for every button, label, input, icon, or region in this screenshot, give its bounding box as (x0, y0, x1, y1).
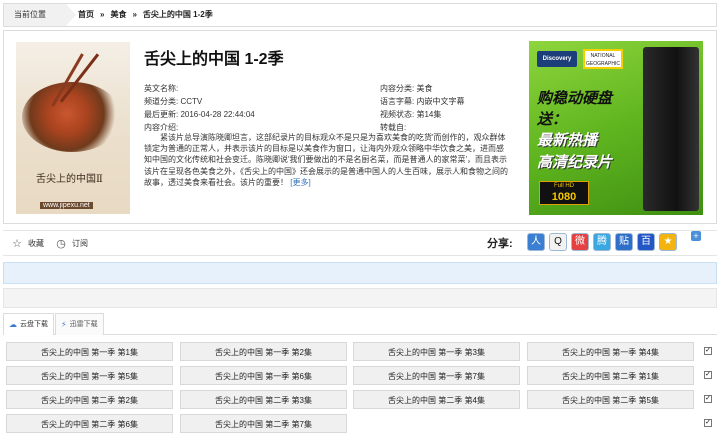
breadcrumb: 当前位置 首页 » 美食 » 舌尖上的中国 1-2季 (3, 3, 717, 27)
tieba-icon[interactable]: 贴 (615, 233, 633, 251)
natgeo-logo: NATIONAL GEOGRAPHIC (583, 49, 623, 69)
ad-line-2: 送： (537, 111, 568, 128)
episode-link[interactable]: 舌尖上的中国 第二季 第1集 (527, 366, 694, 385)
episode-link[interactable]: 舌尖上的中国 第二季 第4集 (353, 390, 520, 409)
star-outline-icon: ☆ (12, 238, 22, 250)
tab-cloud-download[interactable]: ☁ 云盘下载 (3, 313, 54, 335)
breadcrumb-separator: » (132, 10, 137, 19)
status-field: 视频状态: 第14集 (380, 110, 442, 119)
1080-text: 1080 (551, 191, 577, 203)
ad-line-3: 最新热播 (537, 132, 598, 149)
row-select-checkbox[interactable]: ✓ (704, 347, 712, 355)
thunder-icon: ⚡ (61, 319, 67, 329)
row-select-checkbox[interactable]: ✓ (704, 395, 712, 403)
content-category-field: 内容分类: 美食 (380, 84, 433, 93)
share-icons: 人 Q 微 腾 贴 百 ★ (527, 233, 681, 251)
renren-icon[interactable]: 人 (527, 233, 545, 251)
episode-link[interactable]: 舌尖上的中国 第一季 第5集 (6, 366, 173, 385)
episode-link[interactable]: 舌尖上的中国 第一季 第4集 (527, 342, 694, 361)
subtitle-field: 语言字幕: 内嵌中文字幕 (380, 97, 465, 106)
page-title: 舌尖上的中国 1-2季 (144, 51, 284, 68)
last-update-field: 最后更新: 2016-04-28 22:44:04 (144, 110, 255, 119)
weibo-icon[interactable]: 微 (571, 233, 589, 251)
episode-link[interactable]: 舌尖上的中国 第二季 第5集 (527, 390, 694, 409)
share-label: 分享: (487, 238, 513, 250)
breadcrumb-home-link[interactable]: 首页 (78, 10, 94, 19)
episode-link[interactable]: 舌尖上的中国 第一季 第6集 (180, 366, 347, 385)
breadcrumb-title: 舌尖上的中国 1-2季 (142, 10, 213, 19)
episode-link[interactable]: 舌尖上的中国 第二季 第6集 (6, 414, 173, 433)
poster-title: 舌尖上的中国Ⅱ (36, 174, 103, 185)
qq-icon[interactable]: Q (549, 233, 567, 251)
hdd-ad-banner[interactable]: Discovery NATIONAL GEOGRAPHIC 购稳动硬盘 送： 最… (529, 41, 703, 215)
row-select-checkbox[interactable]: ✓ (704, 371, 712, 379)
full-hd-text: Full HD (553, 183, 574, 189)
detail-panel: 舌尖上的中国Ⅱ www.jipexu.net 舌尖上的中国 1-2季 英文名称:… (3, 30, 717, 224)
episode-link[interactable]: 舌尖上的中国 第二季 第3集 (180, 390, 347, 409)
row-select-checkbox[interactable]: ✓ (704, 419, 712, 427)
favorite-button[interactable]: ☆ 收藏 (11, 237, 44, 251)
breadcrumb-current-label: 当前位置 (4, 4, 76, 26)
more-share-icon[interactable]: + (691, 231, 701, 241)
ad-line-4: 高清纪录片 (537, 154, 613, 171)
tab-thunder-download[interactable]: ⚡ 迅雷下载 (55, 313, 104, 335)
info-band (3, 262, 717, 284)
ad-line-1: 购稳动硬盘 (537, 90, 613, 107)
tab-thunder-label: 迅雷下载 (69, 320, 98, 328)
episode-link[interactable]: 舌尖上的中国 第一季 第3集 (353, 342, 520, 361)
discovery-logo: Discovery (537, 51, 577, 67)
poster-url: www.jipexu.net (40, 202, 93, 209)
baidu-icon[interactable]: 百 (637, 233, 655, 251)
episode-link[interactable]: 舌尖上的中国 第二季 第2集 (6, 390, 173, 409)
subscribe-button[interactable]: ◷ 订阅 (55, 237, 88, 251)
action-bar: ☆ 收藏 ◷ 订阅 分享: 人 Q 微 腾 贴 百 ★ + (3, 230, 717, 256)
episode-link[interactable]: 舌尖上的中国 第一季 第7集 (353, 366, 520, 385)
breadcrumb-path: 首页 » 美食 » 舌尖上的中国 1-2季 (78, 4, 213, 26)
poster-food-art (22, 82, 122, 152)
english-name-field: 英文名称: (144, 84, 179, 93)
qzone-icon[interactable]: ★ (659, 233, 677, 251)
more-link[interactable]: [更多] (290, 178, 310, 187)
episode-link[interactable]: 舌尖上的中国 第二季 第7集 (180, 414, 347, 433)
favorite-label: 收藏 (28, 239, 44, 248)
description-text: 紧该片总导演陈晓卿坦言，这部纪录片的目标观众不是只是为喜欢美食的吃货'而创作的，… (144, 133, 508, 187)
download-tabs: ☁ 云盘下载 ⚡ 迅雷下载 (3, 313, 717, 335)
poster-image[interactable]: 舌尖上的中国Ⅱ www.jipexu.net (16, 42, 130, 214)
hard-drive-image (643, 47, 699, 211)
episode-link[interactable]: 舌尖上的中国 第一季 第2集 (180, 342, 347, 361)
tencent-weibo-icon[interactable]: 腾 (593, 233, 611, 251)
episode-link[interactable]: 舌尖上的中国 第一季 第1集 (6, 342, 173, 361)
channel-field: 频道分类: CCTV (144, 97, 203, 106)
full-hd-badge: Full HD 1080 (539, 181, 589, 205)
cloud-icon: ☁ (9, 319, 17, 329)
tab-cloud-label: 云盘下载 (20, 320, 48, 328)
breadcrumb-category-link[interactable]: 美食 (110, 10, 126, 19)
description: 紧该片总导演陈晓卿坦言，这部纪录片的目标观众不是只是为喜欢美食的吃货'而创作的，… (144, 132, 510, 188)
clock-icon: ◷ (56, 238, 66, 250)
breadcrumb-separator: » (100, 10, 105, 19)
info-band-secondary (3, 288, 717, 308)
subscribe-label: 订阅 (72, 239, 88, 248)
